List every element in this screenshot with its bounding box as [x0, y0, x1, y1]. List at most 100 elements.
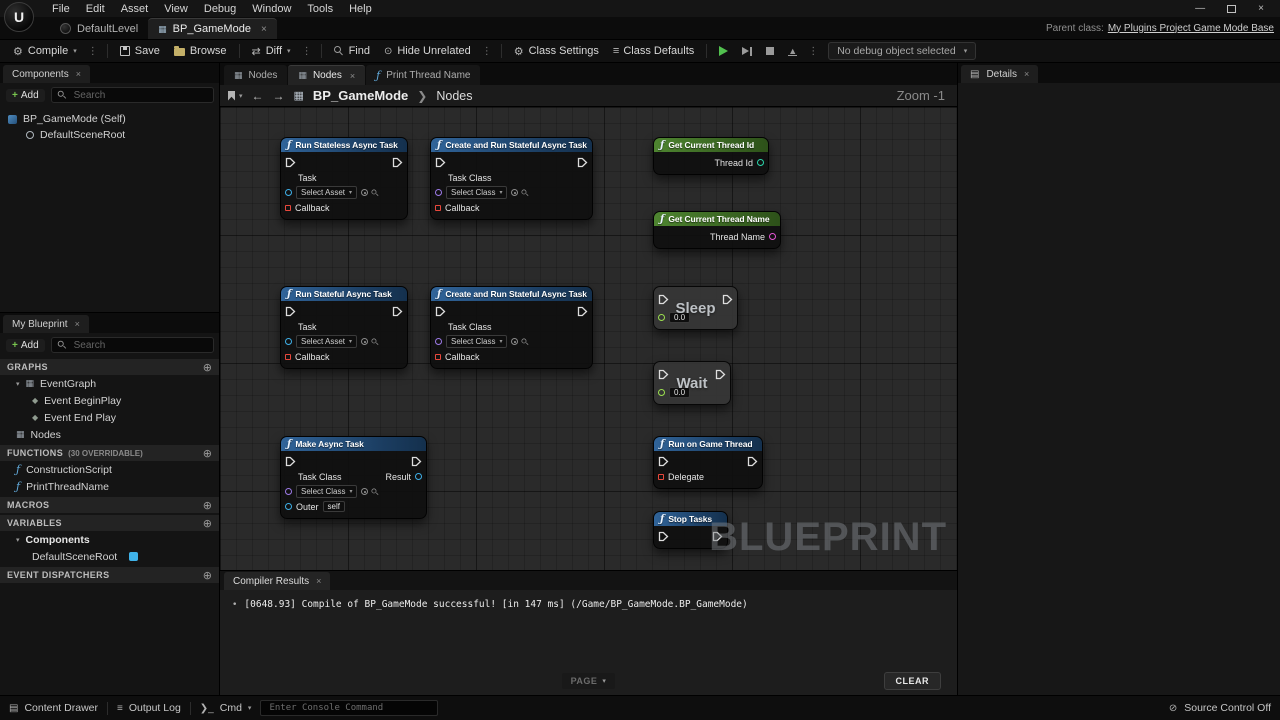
maximize-button[interactable] — [1227, 5, 1236, 13]
node-create-and-run-stateful-async-task[interactable]: ƒCreate and Run Stateful Async TaskTask … — [430, 137, 593, 220]
class-pin[interactable] — [435, 338, 442, 345]
browse-icon[interactable] — [372, 338, 379, 345]
exec-pin[interactable] — [747, 456, 758, 467]
cmd-dropdown[interactable]: ❯_ Cmd ▾ — [200, 702, 252, 714]
circle-plus-icon[interactable]: ⊕ — [203, 499, 212, 512]
tab-my-blueprint[interactable]: My Blueprint × — [3, 315, 89, 333]
tree-item-bp-gamemode-self[interactable]: BP_GameMode (Self) — [0, 111, 219, 127]
exec-pin[interactable] — [658, 531, 669, 542]
asset-pick-icon[interactable] — [511, 338, 518, 345]
value-box[interactable]: 0.0 — [669, 312, 690, 323]
node-run-stateful-async-task[interactable]: ƒRun Stateful Async TaskTaskSelect Asset… — [280, 286, 408, 369]
section-event-dispatchers[interactable]: EVENT DISPATCHERS⊕ — [0, 567, 219, 583]
object-pin[interactable] — [285, 338, 292, 345]
menu-tools[interactable]: Tools — [299, 3, 341, 15]
minimize-button[interactable]: — — [1195, 3, 1205, 14]
node-sleep[interactable]: Sleep0.0 — [653, 286, 738, 330]
delegate-pin[interactable] — [285, 354, 291, 360]
node-run-stateless-async-task[interactable]: ƒRun Stateless Async TaskTaskSelect Asse… — [280, 137, 408, 220]
section-graphs[interactable]: GRAPHS⊕ — [0, 359, 219, 375]
section-functions[interactable]: FUNCTIONS(30 OVERRIDABLE)⊕ — [0, 445, 219, 461]
delegate-pin[interactable] — [435, 205, 441, 211]
compile-button[interactable]: ⚙ Compile ▾ — [6, 43, 84, 60]
close-window-button[interactable]: × — [1258, 3, 1264, 14]
float-pin[interactable] — [658, 389, 665, 396]
item-nodes[interactable]: ▦Nodes — [0, 426, 219, 443]
class-settings-button[interactable]: ⚙ Class Settings — [507, 43, 606, 60]
asset-pick-icon[interactable] — [511, 189, 518, 196]
breadcrumb-current[interactable]: Nodes — [436, 89, 472, 103]
asset-pick-icon[interactable] — [361, 338, 368, 345]
exec-pin[interactable] — [722, 294, 733, 305]
node-get-current-thread-name[interactable]: ƒGet Current Thread NameThread Name — [653, 211, 781, 249]
delegate-pin[interactable] — [435, 354, 441, 360]
close-icon[interactable]: × — [261, 24, 267, 35]
item-event-end-play[interactable]: ◆Event End Play — [0, 409, 219, 426]
hide-unrelated-kebab-icon[interactable]: ⋮ — [478, 46, 496, 57]
console-command-input[interactable] — [267, 702, 431, 714]
forward-button[interactable]: → — [273, 89, 285, 103]
bookmark-icon[interactable] — [228, 91, 235, 101]
class-defaults-button[interactable]: ≡ Class Defaults — [606, 43, 701, 59]
graph-tab-nodes[interactable]: ▦Nodes× — [288, 65, 365, 85]
exec-pin[interactable] — [715, 369, 726, 380]
int-pin[interactable] — [757, 159, 764, 166]
browse-button[interactable]: Browse — [167, 43, 234, 59]
back-button[interactable]: ← — [252, 89, 264, 103]
save-button[interactable]: Save — [113, 43, 167, 59]
exec-pin[interactable] — [435, 157, 446, 168]
browse-icon[interactable] — [522, 189, 529, 196]
add-blueprint-item-button[interactable]: + Add — [6, 339, 45, 352]
exec-pin[interactable] — [285, 157, 296, 168]
components-search-input[interactable] — [72, 89, 208, 102]
close-icon[interactable]: × — [316, 576, 321, 586]
compile-options-kebab-icon[interactable]: ⋮ — [84, 46, 102, 57]
hide-unrelated-button[interactable]: ⊙ Hide Unrelated — [377, 43, 478, 59]
select-dropdown[interactable]: Select Class▾ — [296, 485, 357, 498]
value-box[interactable]: 0.0 — [669, 387, 690, 398]
item-components[interactable]: ▾Components — [0, 531, 219, 548]
source-control-button[interactable]: ⊘ Source Control Off — [1169, 702, 1271, 714]
diff-options-kebab-icon[interactable]: ⋮ — [298, 46, 316, 57]
value-box[interactable]: self — [323, 501, 345, 512]
asset-pick-icon[interactable] — [361, 189, 368, 196]
menu-window[interactable]: Window — [244, 3, 299, 15]
item-constructionscript[interactable]: ƒConstructionScript — [0, 461, 219, 478]
chevron-down-icon[interactable]: ▾ — [16, 536, 20, 544]
select-dropdown[interactable]: Select Class▾ — [446, 186, 507, 199]
content-drawer-button[interactable]: ▤ Content Drawer — [9, 702, 98, 714]
exec-pin[interactable] — [392, 157, 403, 168]
tab-compiler-results[interactable]: Compiler Results × — [224, 572, 330, 590]
tree-item-defaultsceneroot[interactable]: DefaultSceneRoot — [0, 127, 219, 143]
float-pin[interactable] — [658, 314, 665, 321]
exec-pin[interactable] — [285, 306, 296, 317]
tab-defaultlevel[interactable]: DefaultLevel — [50, 18, 148, 39]
my-blueprint-search-input[interactable] — [72, 339, 208, 352]
exec-pin[interactable] — [658, 294, 669, 305]
play-options-kebab-icon[interactable]: ⋮ — [804, 46, 822, 57]
close-icon[interactable]: × — [350, 71, 355, 81]
stop-button[interactable] — [759, 45, 781, 57]
parent-class-link[interactable]: My Plugins Project Game Mode Base — [1108, 23, 1274, 34]
delegate-pin[interactable] — [658, 474, 664, 480]
exec-pin[interactable] — [577, 157, 588, 168]
circle-plus-icon[interactable]: ⊕ — [203, 361, 212, 374]
play-button[interactable] — [712, 44, 735, 58]
chevron-down-icon[interactable]: ▾ — [239, 92, 243, 100]
exec-pin[interactable] — [285, 456, 296, 467]
object-pin[interactable] — [415, 473, 422, 480]
menu-help[interactable]: Help — [341, 3, 380, 15]
section-variables[interactable]: VARIABLES⊕ — [0, 515, 219, 531]
eject-button[interactable]: ▲ — [781, 45, 804, 58]
node-create-and-run-stateful-async-task[interactable]: ƒCreate and Run Stateful Async TaskTask … — [430, 286, 593, 369]
menu-edit[interactable]: Edit — [78, 3, 113, 15]
node-run-on-game-thread[interactable]: ƒRun on Game ThreadDelegate — [653, 436, 763, 489]
menu-view[interactable]: View — [156, 3, 196, 15]
clear-button[interactable]: CLEAR — [884, 672, 942, 690]
compiler-message-row[interactable]: • [0648.93] Compile of BP_GameMode succe… — [232, 599, 957, 610]
tab-bp-gamemode[interactable]: ▦BP_GameMode× — [148, 18, 277, 39]
tab-details[interactable]: ▤ Details × — [961, 65, 1038, 83]
page-dropdown[interactable]: PAGE ▾ — [562, 673, 616, 689]
circle-plus-icon[interactable]: ⊕ — [203, 569, 212, 582]
exec-pin[interactable] — [392, 306, 403, 317]
